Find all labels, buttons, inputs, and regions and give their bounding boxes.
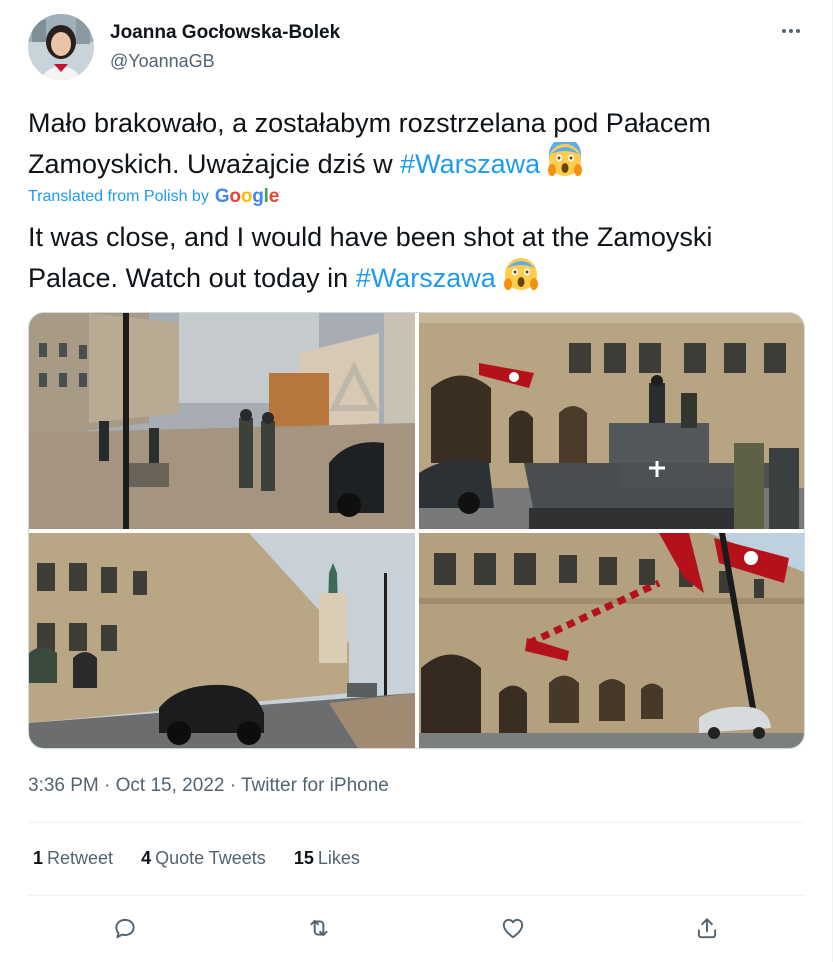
translation-attribution: Translated from Polish by Google	[28, 186, 279, 208]
tweet-stats: 1 Retweet 4 Quote Tweets 15 Likes	[33, 848, 388, 869]
tweet-text-body: Mało brakowało, a zostałabym rozstrzelan…	[28, 108, 711, 179]
tweet-meta: 3:36 PM · Oct 15, 2022 · Twitter for iPh…	[28, 775, 389, 797]
author-handle[interactable]: @YoannaGB	[110, 48, 340, 74]
photo-2[interactable]	[419, 313, 804, 529]
like-icon[interactable]	[496, 911, 530, 945]
translated-label[interactable]: Translated from Polish by	[28, 188, 209, 206]
divider	[28, 822, 805, 823]
reply-icon[interactable]	[108, 911, 142, 945]
retweets-stat[interactable]: 1 Retweet	[33, 848, 113, 869]
retweets-count: 1	[33, 848, 44, 868]
meta-separator: ·	[229, 775, 241, 796]
quote-tweets-stat[interactable]: 4 Quote Tweets	[141, 848, 266, 869]
tweet-actions	[28, 905, 805, 951]
author-info: Joanna Gocłowska-Bolek @YoannaGB	[110, 20, 340, 74]
photo-3[interactable]	[29, 533, 415, 748]
tweet-text: Mało brakowało, a zostałabym rozstrzelan…	[28, 104, 798, 188]
avatar-image	[28, 14, 94, 80]
tweet-time[interactable]: 3:36 PM	[28, 775, 99, 796]
avatar[interactable]	[28, 14, 94, 80]
share-icon[interactable]	[690, 911, 724, 945]
likes-stat[interactable]: 15 Likes	[294, 848, 360, 869]
tweet-source[interactable]: Twitter for iPhone	[241, 775, 389, 796]
likes-count: 15	[293, 848, 314, 868]
hashtag-link[interactable]: #Warszawa	[400, 149, 540, 179]
face-screaming-in-fear-icon	[502, 256, 540, 302]
quote-tweets-label: Quote Tweets	[155, 848, 266, 868]
author-name[interactable]: Joanna Gocłowska-Bolek	[110, 20, 340, 46]
divider	[28, 895, 805, 896]
media-grid	[28, 312, 805, 749]
retweets-label: Retweet	[47, 848, 114, 868]
hashtag-link[interactable]: #Warszawa	[356, 263, 496, 293]
tweet-card: Joanna Gocłowska-Bolek @YoannaGB Mało br…	[0, 0, 833, 962]
quote-tweets-count: 4	[141, 848, 152, 868]
meta-separator: ·	[104, 775, 116, 796]
photo-1[interactable]	[29, 313, 415, 529]
google-logo: Google	[214, 186, 280, 207]
face-screaming-in-fear-icon	[546, 138, 584, 188]
likes-label: Likes	[317, 848, 360, 868]
photo-4[interactable]	[419, 533, 804, 748]
more-icon[interactable]	[778, 18, 804, 44]
translated-text: It was close, and I would have been shot…	[28, 218, 798, 302]
tweet-date[interactable]: Oct 15, 2022	[116, 775, 225, 796]
retweet-icon[interactable]	[302, 911, 336, 945]
